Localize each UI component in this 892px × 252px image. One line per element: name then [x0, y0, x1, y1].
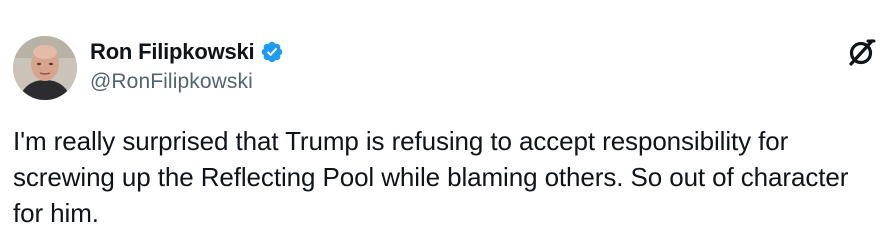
display-name[interactable]: Ron Filipkowski — [90, 39, 255, 65]
tweet-text: I'm really surprised that Trump is refus… — [13, 126, 849, 228]
tweet-card: Ron Filipkowski @RonFilipkowski I'm real… — [0, 0, 892, 252]
avatar[interactable] — [13, 36, 77, 100]
avatar-image — [13, 36, 77, 100]
name-row: Ron Filipkowski — [90, 38, 284, 66]
x-logo-icon[interactable] — [844, 36, 878, 70]
author-block: Ron Filipkowski @RonFilipkowski — [90, 38, 284, 94]
verified-badge-icon — [260, 40, 284, 64]
handle[interactable]: @RonFilipkowski — [90, 70, 284, 94]
